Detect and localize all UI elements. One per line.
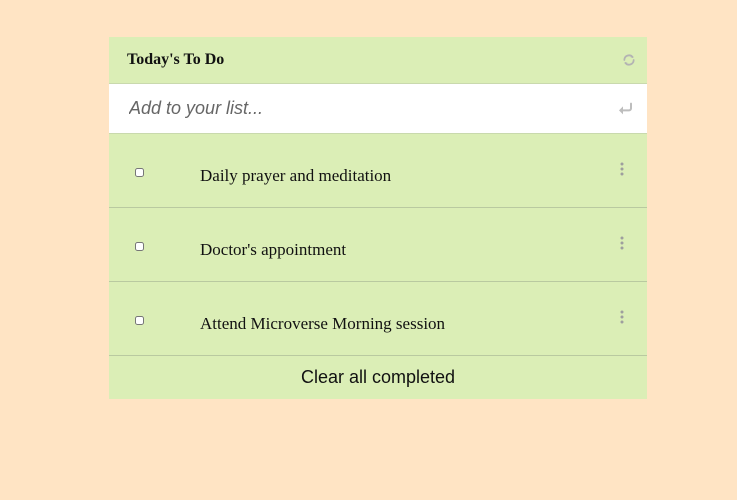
page-title: Today's To Do xyxy=(127,51,225,68)
todo-list: Daily prayer and meditation Doctor's app… xyxy=(109,134,647,356)
todo-text: Doctor's appointment xyxy=(200,240,347,259)
refresh-icon[interactable] xyxy=(621,52,637,68)
refresh-icon-glyph xyxy=(623,54,635,66)
enter-icon-glyph xyxy=(619,102,632,114)
todo-checkbox[interactable] xyxy=(135,168,144,177)
add-item-input[interactable] xyxy=(127,97,617,120)
list-item: Attend Microverse Morning session xyxy=(109,282,647,356)
todo-checkbox[interactable] xyxy=(135,242,144,251)
add-item-row xyxy=(109,84,647,134)
list-item: Doctor's appointment xyxy=(109,208,647,282)
todo-checkbox[interactable] xyxy=(135,316,144,325)
kebab-menu-icon[interactable] xyxy=(619,162,625,176)
kebab-menu-icon[interactable] xyxy=(619,310,625,324)
todo-text: Attend Microverse Morning session xyxy=(200,314,446,333)
list-item: Daily prayer and meditation xyxy=(109,134,647,208)
kebab-menu-icon-glyph xyxy=(620,310,624,324)
todo-text: Daily prayer and meditation xyxy=(200,166,392,185)
kebab-menu-icon-glyph xyxy=(620,236,624,250)
kebab-menu-icon-glyph xyxy=(620,162,624,176)
todo-header: Today's To Do xyxy=(109,37,647,84)
enter-icon[interactable] xyxy=(617,101,633,117)
kebab-menu-icon[interactable] xyxy=(619,236,625,250)
todo-card: Today's To Do Daily prayer and meditatio… xyxy=(109,37,647,399)
clear-completed-button[interactable]: Clear all completed xyxy=(109,356,647,399)
